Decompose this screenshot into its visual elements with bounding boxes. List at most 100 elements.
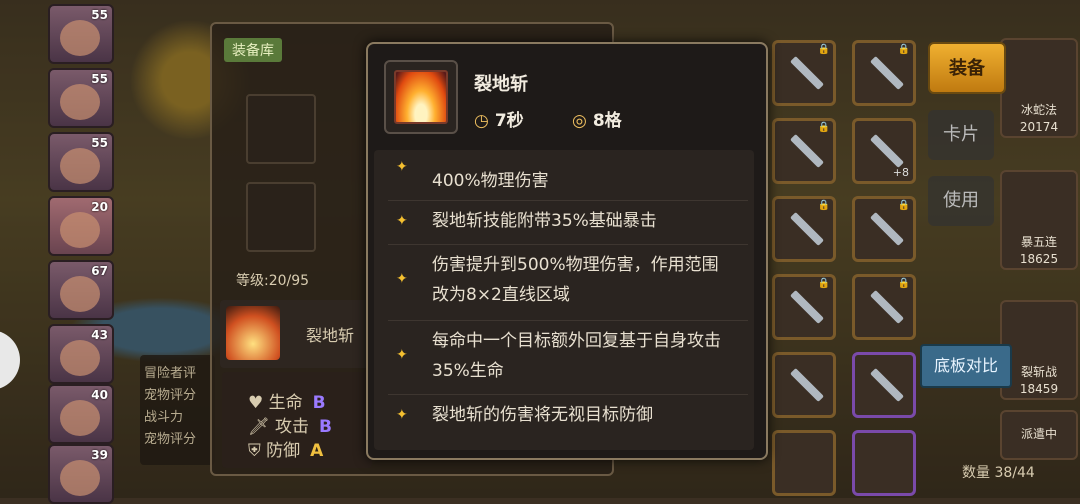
stat-label: 攻击 (275, 417, 309, 437)
item-cell[interactable] (852, 352, 916, 418)
equip-button[interactable]: 装备 (928, 42, 1006, 94)
roster-hero-2[interactable]: 55 (48, 68, 114, 128)
item-cell[interactable]: 🔒 (852, 274, 916, 340)
range-value: 8格 (592, 111, 622, 131)
roster-hero-8[interactable]: 39 (48, 444, 114, 504)
count-value: 38/44 (994, 465, 1035, 481)
divider (388, 200, 748, 201)
star-icon: ✦ (396, 159, 408, 175)
sword-icon: 🗡 (248, 417, 270, 437)
equipment-level: 等级:20/95 (236, 273, 310, 289)
hero-score-panel: 冒险者评 宠物评分 战斗力 宠物评分 (140, 355, 215, 465)
hero-level: 43 (91, 328, 108, 342)
score-line: 冒险者评 (144, 366, 197, 381)
hero-card[interactable]: 冰蛇法 20174 (1000, 38, 1078, 138)
hero-portrait (60, 20, 100, 56)
sword-icon (870, 134, 904, 168)
roster-hero-5[interactable]: 67 (48, 260, 114, 320)
effect-text: 裂地斩技能附带35%基础暴击 (432, 211, 657, 231)
skill-name: 裂地斩 (306, 326, 355, 345)
item-cell[interactable]: +8 (852, 118, 916, 184)
hero-portrait (60, 340, 100, 376)
hero-power: 18625 (1019, 252, 1059, 266)
hero-portrait (60, 212, 100, 248)
item-cell[interactable]: 🔒 (852, 196, 916, 262)
item-cell[interactable] (772, 352, 836, 418)
sword-icon (790, 290, 824, 324)
heart-icon: ♥ (248, 393, 264, 413)
hero-level: 55 (91, 136, 108, 150)
range: ◎ 8格 (572, 106, 622, 131)
star-icon: ✦ (396, 271, 408, 287)
hero-roster: 55 55 55 20 67 43 40 39 (48, 0, 118, 504)
effect-item: ✦ 400%物理伤害 (382, 152, 752, 191)
stat-grade: A (310, 441, 324, 461)
lock-icon: 🔒 (817, 122, 830, 133)
roster-hero-3[interactable]: 55 (48, 132, 114, 192)
item-cell[interactable] (772, 430, 836, 496)
item-cell[interactable]: 🔒 (852, 40, 916, 106)
equipped-skill-row[interactable]: 裂地斩 (220, 300, 380, 368)
hero-level: 67 (91, 264, 108, 278)
sword-icon (790, 134, 824, 168)
divider (388, 244, 748, 245)
star-icon: ✦ (396, 347, 408, 363)
skill-icon-frame (384, 60, 458, 134)
lock-icon: 🔒 (897, 278, 910, 289)
sword-icon (790, 212, 824, 246)
armor-slot[interactable] (246, 182, 316, 252)
use-button[interactable]: 使用 (928, 176, 994, 226)
equipment-library-tag[interactable]: 装备库 (224, 38, 282, 62)
sword-icon (870, 290, 904, 324)
stat-label: 防御 (266, 441, 301, 461)
ground-slash-icon (394, 70, 448, 124)
item-cell[interactable]: 🔒 (772, 118, 836, 184)
sword-icon (790, 368, 824, 402)
hero-power: 20174 (1019, 120, 1059, 134)
roster-hero-6[interactable]: 43 (48, 324, 114, 384)
stat-grades: ♥ 生命 B 🗡 攻击 B ⛨ 防御 A (222, 372, 372, 468)
item-cell[interactable]: 🔒 (772, 196, 836, 262)
hero-portrait (60, 460, 100, 496)
star-icon: ✦ (396, 213, 408, 229)
divider (388, 320, 748, 321)
hero-name: 裂斩战 (1020, 365, 1057, 379)
compare-button[interactable]: 底板对比 (920, 344, 1012, 388)
hero-card[interactable]: 暴五连 18625 (1000, 170, 1078, 270)
stat-label: 生命 (268, 393, 303, 413)
score-line: 宠物评分 (144, 432, 197, 447)
item-cell[interactable] (852, 430, 916, 496)
hero-portrait (60, 400, 100, 436)
stat-attack: 🗡 攻击 B (248, 412, 332, 437)
roster-hero-1[interactable]: 55 (48, 4, 114, 64)
hero-level: 40 (91, 388, 108, 402)
hero-card[interactable]: 派遣中 (1000, 410, 1078, 460)
clock-icon: ◷ (474, 111, 489, 131)
score-line: 战斗力 (144, 410, 184, 425)
count-label: 数量 (962, 465, 990, 481)
sword-icon (790, 56, 824, 90)
stat-grade: B (312, 393, 326, 413)
skill-tooltip: 裂地斩 ◷ 7秒 ◎ 8格 ✦ 400%物理伤害 ✦ 裂地斩技能附带35%基础暴击 … (366, 42, 768, 460)
target-icon: ◎ (572, 111, 587, 131)
roster-hero-7[interactable]: 40 (48, 384, 114, 444)
effect-item: ✦ 裂地斩技能附带35%基础暴击 (382, 206, 752, 240)
stat-defense: ⛨ 防御 A (248, 436, 323, 461)
star-icon: ✦ (396, 407, 408, 423)
roster-hero-4[interactable]: 20 (48, 196, 114, 256)
lock-icon: 🔒 (817, 200, 830, 211)
enhance-level: +8 (892, 166, 909, 179)
score-line: 宠物评分 (144, 388, 197, 403)
card-button[interactable]: 卡片 (928, 110, 994, 160)
hero-level: 55 (91, 8, 108, 22)
item-cell[interactable]: 🔒 (772, 40, 836, 106)
hero-power: 18459 (1019, 382, 1059, 396)
effect-text: 伤害提升到500%物理伤害，作用范围改为8×2直线区域 (432, 255, 719, 305)
effect-item: ✦ 裂地斩的伤害将无视目标防御 (382, 400, 752, 434)
hero-level: 20 (91, 200, 108, 214)
weapon-slot[interactable] (246, 94, 316, 164)
hero-status: 派遣中 (1020, 427, 1057, 441)
sword-icon (870, 212, 904, 246)
effect-item: ✦ 伤害提升到500%物理伤害，作用范围改为8×2直线区域 (382, 250, 752, 312)
item-cell[interactable]: 🔒 (772, 274, 836, 340)
